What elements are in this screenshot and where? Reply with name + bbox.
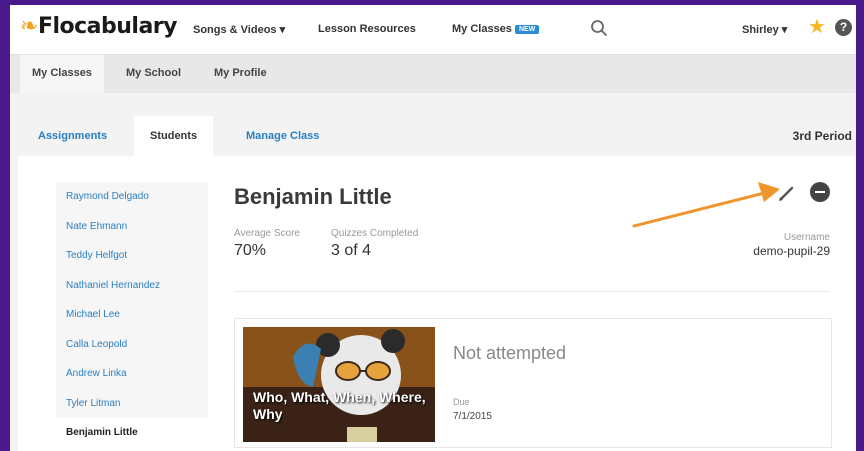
pencil-icon[interactable] xyxy=(776,182,798,204)
subtab-my-school[interactable]: My School xyxy=(114,55,193,93)
tab-students[interactable]: Students xyxy=(134,116,214,156)
annotation-arrow xyxy=(632,182,780,228)
roster-item[interactable]: Nathaniel Hernandez xyxy=(56,270,208,300)
roster-item[interactable]: Tyler Litman xyxy=(56,388,208,418)
roster-item[interactable]: Nate Ehmann xyxy=(56,211,208,241)
due-date: 7/1/2015 xyxy=(453,411,492,422)
search-icon[interactable] xyxy=(590,19,608,37)
nav-songs-videos[interactable]: Songs & Videos ▾ xyxy=(193,23,285,36)
assignment-status: Not attempted xyxy=(453,343,567,363)
roster-item[interactable]: Michael Lee xyxy=(56,300,208,330)
roster-item[interactable]: Calla Leopold xyxy=(56,329,208,359)
help-icon[interactable]: ? xyxy=(835,19,852,36)
nav-my-classes[interactable]: My Classes NEW xyxy=(452,23,540,35)
chevron-down-icon: ▾ xyxy=(781,24,788,36)
nav-lesson-resources[interactable]: Lesson Resources xyxy=(318,23,416,35)
class-tabs: Assignments Students Manage Class 3rd Pe… xyxy=(10,116,856,156)
logo[interactable]: ❧Flocabulary xyxy=(20,14,178,39)
class-period-label: 3rd Period xyxy=(792,129,852,143)
app-frame: ❧Flocabulary Songs & Videos ▾ Lesson Res… xyxy=(10,5,856,451)
assignment-card[interactable]: Who, What, When, Where, Why Not attempte… xyxy=(234,318,832,448)
average-score-label: Average Score xyxy=(234,228,300,239)
subtab-my-classes[interactable]: My Classes xyxy=(20,55,104,93)
video-title: Who, What, When, Where, Why xyxy=(253,389,426,422)
panda-illustration xyxy=(243,327,435,442)
video-thumbnail[interactable]: Who, What, When, Where, Why xyxy=(243,327,435,442)
subtab-my-profile[interactable]: My Profile xyxy=(202,55,279,93)
quizzes-completed-value: 3 of 4 xyxy=(331,242,372,259)
roster-item[interactable]: Raymond Delgado xyxy=(56,182,208,212)
chevron-down-icon: ▾ xyxy=(279,24,286,36)
student-roster: Raymond Delgado Nate Ehmann Teddy Helfgo… xyxy=(56,182,208,448)
students-panel: Raymond Delgado Nate Ehmann Teddy Helfgo… xyxy=(18,156,856,451)
roster-item[interactable]: Teddy Helfgot xyxy=(56,241,208,271)
remove-student-icon[interactable] xyxy=(810,182,830,202)
username-label: Username xyxy=(783,232,830,243)
divider xyxy=(234,291,830,292)
top-header: ❧Flocabulary Songs & Videos ▾ Lesson Res… xyxy=(10,5,856,55)
roster-item-selected[interactable]: Benjamin Little xyxy=(56,418,208,448)
student-name: Benjamin Little xyxy=(234,184,392,209)
user-menu[interactable]: Shirley ▾ xyxy=(742,23,787,36)
tab-manage-class[interactable]: Manage Class xyxy=(230,116,335,156)
due-label: Due xyxy=(453,397,470,407)
new-badge: NEW xyxy=(514,25,540,34)
sub-navigation: My Classes My School My Profile xyxy=(10,55,856,93)
average-score-value: 70% xyxy=(234,242,267,259)
star-icon[interactable]: ★ xyxy=(808,17,826,37)
username-value: demo-pupil-29 xyxy=(753,244,830,258)
tab-assignments[interactable]: Assignments xyxy=(22,116,123,156)
quizzes-completed-label: Quizzes Completed xyxy=(331,228,419,239)
roster-item[interactable]: Andrew Linka xyxy=(56,359,208,389)
